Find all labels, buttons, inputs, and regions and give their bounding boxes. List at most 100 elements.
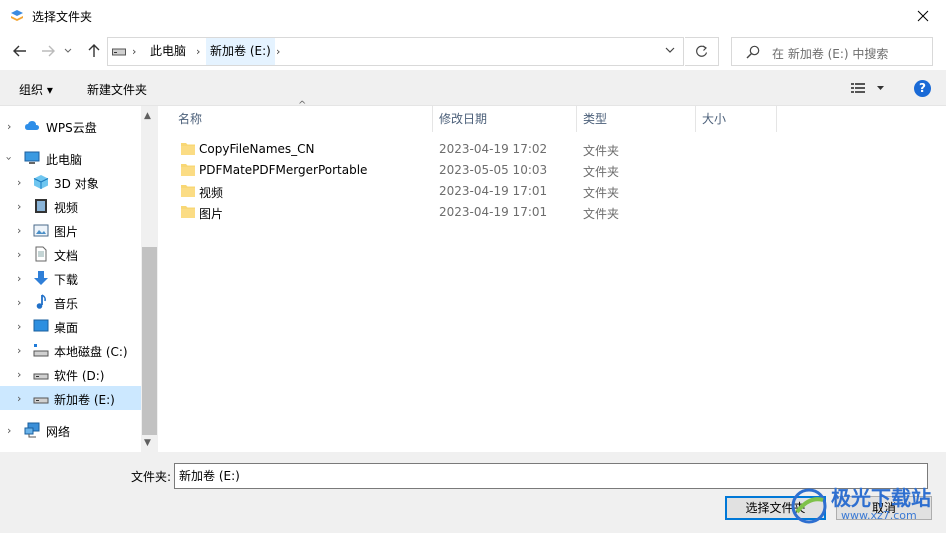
sidebar-item-drive-c[interactable]: › 本地磁盘 (C:)	[0, 338, 141, 362]
chevron-right-icon[interactable]: ›	[17, 344, 21, 357]
command-toolbar: 组织 ▾ 新建文件夹 ?	[0, 70, 946, 106]
folder-icon	[181, 206, 195, 218]
new-folder-button[interactable]: 新建文件夹	[87, 81, 147, 98]
sidebar-item-drive-e[interactable]: › 新加卷 (E:)	[0, 386, 141, 410]
file-date: 2023-05-05 10:03	[439, 163, 548, 177]
address-bar[interactable]: › 此电脑 › 新加卷 (E:) ›	[107, 37, 684, 66]
sidebar-item-label: 文档	[54, 249, 79, 263]
chevron-right-icon[interactable]: ›	[17, 272, 21, 285]
app-icon	[11, 10, 23, 21]
network-icon	[24, 422, 40, 438]
sidebar-item-music[interactable]: › 音乐	[0, 290, 141, 314]
folder-icon	[181, 164, 195, 176]
file-name: 视频	[199, 186, 224, 200]
sidebar-item-videos[interactable]: › 视频	[0, 194, 141, 218]
sidebar-item-this-pc[interactable]: › 此电脑	[0, 146, 141, 170]
sidebar-item-3d-objects[interactable]: › 3D 对象	[0, 170, 141, 194]
help-button[interactable]: ?	[914, 80, 931, 97]
breadcrumb-separator[interactable]: ›	[276, 38, 280, 65]
drive-icon	[33, 373, 49, 380]
forward-button[interactable]	[38, 41, 58, 61]
file-name: CopyFileNames_CN	[199, 142, 315, 156]
sidebar-item-label: 软件 (D:)	[54, 369, 105, 383]
window-title: 选择文件夹	[32, 10, 93, 24]
recent-locations-button[interactable]	[62, 41, 74, 61]
chevron-up-icon[interactable]: ▲	[144, 111, 151, 121]
column-header-name[interactable]: 名称	[172, 106, 433, 132]
file-type: 文件夹	[583, 207, 620, 221]
view-options-icon[interactable]	[851, 82, 889, 94]
file-type: 文件夹	[583, 144, 620, 158]
documents-icon	[35, 246, 47, 262]
breadcrumb-separator[interactable]: ›	[196, 38, 200, 65]
sidebar-item-wps-cloud[interactable]: › WPS云盘	[0, 114, 141, 138]
column-header-date[interactable]: 修改日期	[433, 106, 577, 132]
chevron-right-icon[interactable]: ›	[17, 320, 21, 333]
drive-icon	[33, 397, 49, 404]
cloud-icon	[25, 121, 39, 130]
chevron-right-icon[interactable]: ›	[17, 224, 21, 237]
organize-menu[interactable]: 组织 ▾	[19, 81, 53, 98]
chevron-down-icon	[64, 48, 72, 53]
file-date: 2023-04-19 17:02	[439, 142, 548, 156]
sidebar-item-label: 3D 对象	[54, 177, 99, 191]
chevron-right-icon[interactable]: ›	[7, 120, 11, 133]
refresh-button[interactable]	[685, 37, 719, 66]
sidebar-item-label: 图片	[54, 225, 79, 239]
list-item[interactable]: 图片 2023-04-19 17:01 文件夹	[178, 202, 768, 223]
computer-icon	[24, 151, 40, 164]
close-button[interactable]	[900, 0, 946, 32]
chevron-right-icon[interactable]: ›	[17, 368, 21, 381]
chevron-right-icon[interactable]: ›	[7, 424, 11, 437]
list-item[interactable]: CopyFileNames_CN 2023-04-19 17:02 文件夹	[178, 139, 768, 160]
sidebar-item-network[interactable]: › 网络	[0, 418, 141, 442]
drive-icon	[112, 48, 126, 56]
list-item[interactable]: PDFMatePDFMergerPortable 2023-05-05 10:0…	[178, 160, 768, 181]
scrollbar-thumb[interactable]	[142, 247, 157, 435]
sidebar-scrollbar[interactable]: ▲ ▼	[141, 106, 158, 452]
desktop-icon	[33, 319, 49, 332]
chevron-right-icon[interactable]: ›	[17, 200, 21, 213]
sidebar-item-label: 本地磁盘 (C:)	[54, 345, 128, 359]
sidebar-item-label: 视频	[54, 201, 79, 215]
sidebar-item-label: WPS云盘	[46, 121, 97, 135]
up-button[interactable]	[84, 41, 104, 61]
column-header-type[interactable]: 类型	[577, 106, 696, 132]
breadcrumb-separator[interactable]: ›	[132, 38, 136, 65]
chevron-down-icon[interactable]: ▼	[144, 438, 151, 448]
sidebar-item-downloads[interactable]: › 下载	[0, 266, 141, 290]
chevron-right-icon[interactable]: ›	[17, 296, 21, 309]
chevron-right-icon[interactable]: ›	[17, 248, 21, 261]
3d-objects-icon	[33, 175, 49, 189]
folder-icon	[181, 143, 195, 155]
column-header-size[interactable]: 大小	[696, 106, 777, 132]
sidebar-item-pictures[interactable]: › 图片	[0, 218, 141, 242]
cancel-button[interactable]: 取消	[836, 496, 932, 520]
sidebar-item-drive-d[interactable]: › 软件 (D:)	[0, 362, 141, 386]
breadcrumb-current[interactable]: 新加卷 (E:)	[206, 38, 275, 65]
dialog-footer: 文件夹: 新加卷 (E:) 选择文件夹 取消	[0, 452, 946, 533]
arrow-left-icon	[13, 45, 26, 57]
chevron-down-icon[interactable]	[665, 46, 675, 54]
sidebar-item-label: 网络	[46, 425, 71, 439]
sidebar-item-label: 下载	[54, 273, 79, 287]
file-type: 文件夹	[583, 165, 620, 179]
title-bar: 选择文件夹	[0, 0, 946, 32]
list-item[interactable]: 视频 2023-04-19 17:01 文件夹	[178, 181, 768, 202]
chevron-down-icon[interactable]: ›	[3, 156, 16, 160]
sidebar-item-desktop[interactable]: › 桌面	[0, 314, 141, 338]
breadcrumb-this-pc[interactable]: 此电脑	[146, 38, 190, 65]
pictures-icon	[33, 224, 49, 237]
arrow-right-icon	[42, 45, 55, 57]
back-button[interactable]	[10, 41, 30, 61]
sidebar-item-documents[interactable]: › 文档	[0, 242, 141, 266]
chevron-right-icon[interactable]: ›	[17, 392, 21, 405]
search-box[interactable]: 在 新加卷 (E:) 中搜索	[731, 37, 933, 66]
sidebar-item-label: 新加卷 (E:)	[54, 393, 115, 407]
chevron-right-icon[interactable]: ›	[17, 176, 21, 189]
select-folder-button[interactable]: 选择文件夹	[725, 496, 826, 520]
file-date: 2023-04-19 17:01	[439, 184, 548, 198]
video-icon	[35, 199, 47, 213]
file-name: PDFMatePDFMergerPortable	[199, 163, 368, 177]
folder-input[interactable]: 新加卷 (E:)	[174, 463, 928, 489]
